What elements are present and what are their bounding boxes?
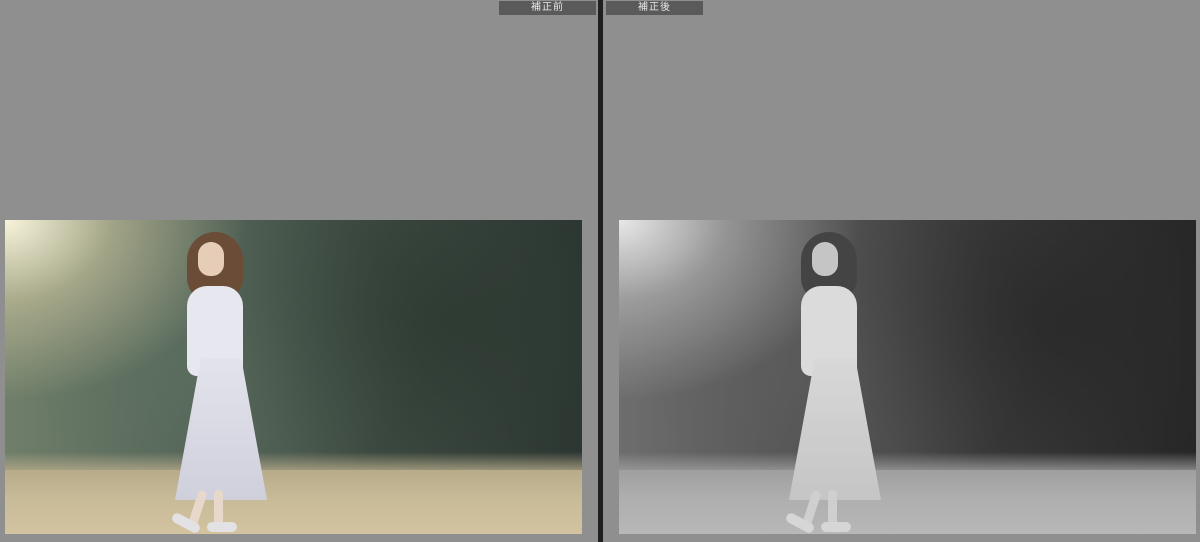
- after-panel[interactable]: 補正後: [603, 0, 1200, 542]
- after-label: 補正後: [606, 1, 703, 15]
- after-person-dress: [789, 358, 881, 500]
- before-panel[interactable]: 補正前: [0, 0, 598, 542]
- before-person: [165, 232, 275, 534]
- after-person-face: [812, 242, 838, 276]
- after-photo-ground: [619, 452, 1196, 534]
- before-photo[interactable]: [5, 220, 582, 534]
- after-photo[interactable]: [619, 220, 1196, 534]
- before-person-face: [198, 242, 224, 276]
- after-person: [779, 232, 889, 534]
- before-person-dress: [175, 358, 267, 500]
- before-person-shoe-right: [207, 522, 237, 532]
- before-label: 補正前: [499, 1, 596, 15]
- after-person-shoe-right: [821, 522, 851, 532]
- before-photo-ground: [5, 452, 582, 534]
